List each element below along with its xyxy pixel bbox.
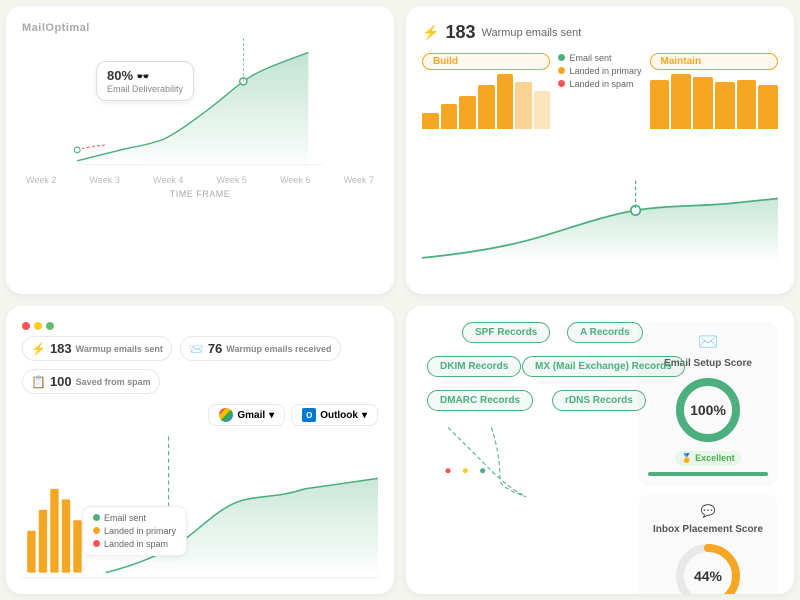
inbox-placement-score-card: 💬 Inbox Placement Score 44% 😐 Bad: [638, 494, 778, 594]
inbox-icon: 💬: [701, 504, 716, 518]
mx-records-tag: MX (Mail Exchange) Records: [522, 356, 685, 377]
rdns-records-tag: rDNS Records: [552, 390, 646, 411]
inbox-placement-percent: 44%: [694, 568, 722, 584]
analytics-quadrant: ⚡ 183 Warmup emails sent 📨 76 Warmup ema…: [6, 306, 394, 594]
chart-legend: Email sent Landed in primary Landed in s…: [558, 53, 641, 89]
spf-records-tag: SPF Records: [462, 322, 550, 343]
dns-tags-section: SPF Records A Records DKIM Records MX (M…: [422, 322, 630, 578]
warmup-line-chart: [422, 166, 778, 279]
area-chart-q2: [422, 166, 778, 279]
dot-red: [22, 322, 30, 330]
week-labels: Week 2 Week 3 Week 4 Week 5 Week 6 Week …: [22, 175, 378, 185]
phases-grid: Build Email sent Landed in primary Lande…: [422, 53, 778, 166]
spam-saved-chip: 📋 100 Saved from spam: [22, 369, 160, 394]
deliverability-percent: 80%: [107, 68, 133, 83]
window-dots: [22, 322, 378, 330]
chart-legend-q3: Email sent Landed in primary Landed in s…: [82, 506, 187, 556]
middle-legend: Email sent Landed in primary Landed in s…: [558, 53, 641, 166]
warmup-header: ⚡ 183 Warmup emails sent: [422, 22, 778, 43]
email-setup-percent: 100%: [690, 402, 726, 418]
deliverability-chart: [22, 38, 378, 168]
provider-buttons: Gmail ▾ O Outlook ▾: [22, 404, 378, 426]
mail-icon: ✉️: [698, 332, 718, 352]
setup-progress-bg: [648, 472, 768, 476]
build-bars: [422, 74, 550, 129]
warmup-count: 183: [445, 22, 475, 43]
build-tag: Build: [422, 53, 550, 70]
dot-green: [46, 322, 54, 330]
dot-yellow: [34, 322, 42, 330]
maintain-tag: Maintain: [650, 53, 778, 70]
analytics-chart: [22, 434, 378, 586]
warmup-sent-chip: ⚡ 183 Warmup emails sent: [22, 336, 172, 361]
a-records-tag: A Records: [567, 322, 643, 343]
email-setup-score-card: ✉️ Email Setup Score 100% 🏅 Excellent: [638, 322, 778, 486]
dmarc-records-tag: DMARC Records: [427, 390, 533, 411]
gmail-button[interactable]: Gmail ▾: [208, 404, 285, 426]
inbox-placement-donut: 44%: [673, 541, 743, 594]
maintain-bars: [650, 74, 778, 129]
email-setup-donut: 100%: [673, 375, 743, 445]
outlook-logo: O: [302, 408, 316, 422]
stats-row: ⚡ 183 Warmup emails sent 📨 76 Warmup ema…: [22, 336, 378, 394]
deliverability-label: Email Deliverability: [107, 84, 183, 94]
gmail-logo: [219, 408, 233, 422]
app-label: MailOptimal: [22, 22, 378, 34]
warmup-received-chip: 📨 76 Warmup emails received: [180, 336, 341, 361]
time-frame-label: TIME FRAME: [22, 189, 378, 199]
deliverability-chart-area: Week 2 Week 3 Week 4 Week 5 Week 6 Week …: [22, 38, 378, 278]
deliverability-badge: 80% 🕶️ Email Deliverability: [96, 61, 194, 101]
email-setup-badge: 🏅 Excellent: [675, 451, 740, 466]
warmup-label: Warmup emails sent: [481, 27, 581, 39]
inbox-placement-title: Inbox Placement Score: [653, 524, 763, 535]
setup-progress-fill: [648, 472, 768, 476]
outlook-button[interactable]: O Outlook ▾: [291, 404, 378, 426]
maintain-phase: Maintain: [650, 53, 778, 166]
dns-scores-quadrant: SPF Records A Records DKIM Records MX (M…: [406, 306, 794, 594]
dns-connection-lines: [422, 412, 630, 512]
dkim-records-tag: DKIM Records: [427, 356, 521, 377]
warmup-quadrant: ⚡ 183 Warmup emails sent Build: [406, 6, 794, 294]
build-phase: Build: [422, 53, 550, 166]
analytics-chart-area: Email sent Landed in primary Landed in s…: [22, 434, 378, 586]
deliverability-quadrant: MailOptimal 80% 🕶️ Email Deliverability: [6, 6, 394, 294]
warmup-icon: ⚡: [422, 24, 439, 41]
